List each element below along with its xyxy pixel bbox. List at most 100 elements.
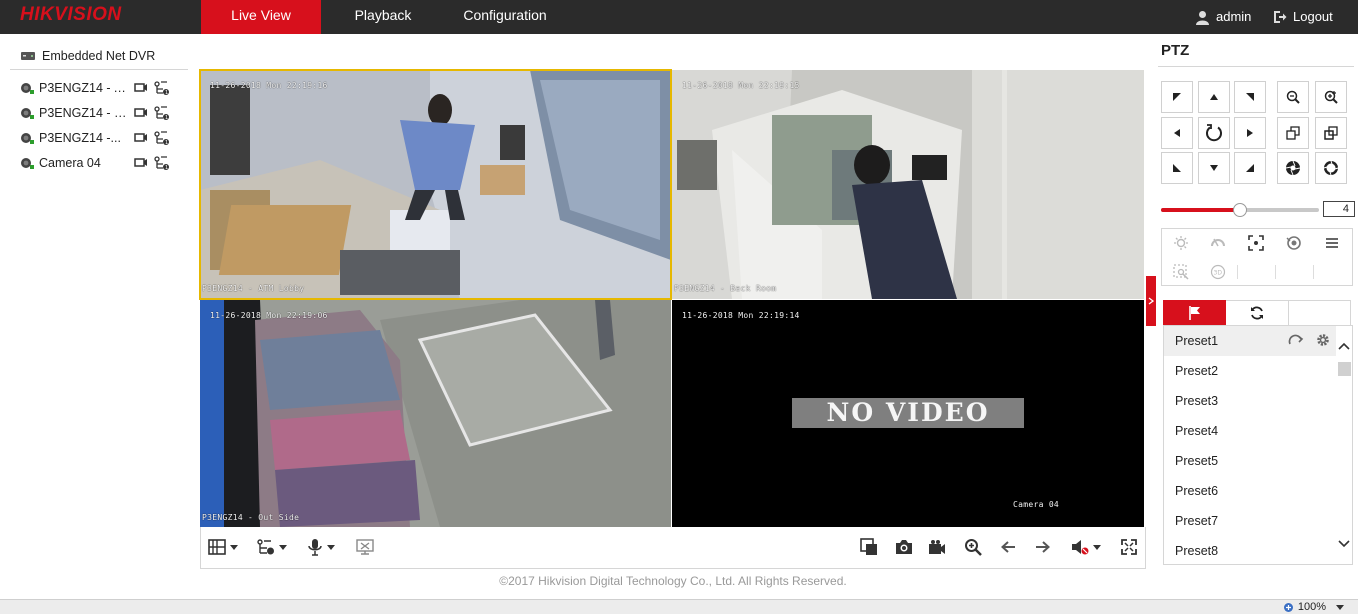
device-tree-root[interactable]: Embedded Net DVR — [20, 47, 155, 65]
preset-item[interactable]: Preset6 — [1164, 476, 1336, 506]
call-preset-icon[interactable] — [1288, 333, 1304, 347]
tab-playback[interactable]: Playback — [340, 0, 426, 34]
preset-scrollbar[interactable] — [1335, 326, 1352, 564]
stream-select-icon[interactable]: 1 — [154, 156, 170, 170]
preset-item[interactable]: Preset5 — [1164, 446, 1336, 476]
next-page-button[interactable] — [1035, 537, 1051, 557]
gear-icon[interactable] — [1316, 333, 1330, 347]
chevron-up-icon[interactable] — [1338, 342, 1350, 350]
3d-zoom-button[interactable]: 3D — [1199, 258, 1237, 286]
light-button[interactable] — [1162, 229, 1200, 257]
video-window-3[interactable]: 11-26-2018 Mon 22:19:06 P3ENGZ14 - Out S… — [200, 300, 671, 527]
enable-3d-positioning-button[interactable] — [356, 537, 374, 557]
user-icon — [1196, 10, 1209, 25]
dvr-label: Embedded Net DVR — [42, 49, 156, 63]
wiper-icon — [1211, 238, 1225, 247]
arrow-down-right-icon — [1246, 164, 1254, 172]
focus-near-button[interactable] — [1277, 117, 1309, 149]
preset-item[interactable]: Preset3 — [1164, 386, 1336, 416]
slider-thumb[interactable] — [1233, 203, 1247, 217]
camera-item-4[interactable]: Camera 04 1 — [20, 154, 180, 172]
window-layout-button[interactable] — [208, 537, 238, 557]
focus-far-button[interactable] — [1315, 117, 1347, 149]
logout-button[interactable]: Logout — [1273, 0, 1333, 34]
tab-patrol[interactable] — [1226, 300, 1289, 326]
audio-button[interactable] — [1071, 537, 1101, 557]
stream-select-icon[interactable]: 1 — [154, 131, 170, 145]
preset-item[interactable]: Preset1 — [1164, 326, 1336, 356]
stop-all-button[interactable] — [860, 537, 878, 557]
manual-tracking-button[interactable] — [1162, 258, 1200, 286]
auto-rotate-icon — [1206, 124, 1222, 142]
focus-near-icon — [1286, 126, 1300, 140]
user-menu[interactable]: admin — [1195, 0, 1251, 34]
window-layout-icon — [208, 539, 226, 555]
video-window-4[interactable]: 11-26-2018 Mon 22:19:14 NO VIDEO Camera … — [672, 300, 1144, 527]
camera-online-icon — [21, 83, 34, 94]
ptz-left-button[interactable] — [1161, 117, 1193, 149]
start-live-view-icon[interactable] — [134, 156, 148, 168]
lens-initialization-button[interactable] — [1275, 229, 1313, 257]
record-button[interactable] — [928, 537, 946, 557]
camera-item-3[interactable]: P3ENGZ14 -... 1 — [20, 129, 180, 147]
zoom-out-button[interactable] — [1277, 81, 1309, 113]
two-way-audio-button[interactable] — [307, 537, 335, 557]
tab-pattern[interactable] — [1290, 300, 1352, 326]
video-window-2[interactable]: 11-26-2018 Mon 22:19:15 P3ENGZ14 - Back … — [672, 70, 1144, 299]
previous-page-icon — [1001, 541, 1015, 553]
preset-label: Preset6 — [1175, 484, 1219, 498]
ptz-up-left-button[interactable] — [1161, 81, 1193, 113]
timestamp-overlay: 11-26-2018 Mon 22:19:06 — [210, 311, 328, 320]
fn-separator — [1313, 265, 1314, 279]
fullscreen-button[interactable] — [1121, 537, 1137, 557]
tab-configuration[interactable]: Configuration — [452, 0, 558, 34]
logout-icon — [1274, 11, 1287, 23]
chevron-down-icon[interactable] — [1338, 540, 1350, 548]
camera-item-2[interactable]: P3ENGZ14 - B... 1 — [20, 104, 180, 122]
more-settings-button[interactable] — [1313, 229, 1351, 257]
preset-item[interactable]: Preset7 — [1164, 506, 1336, 536]
chevron-down-icon — [1093, 544, 1101, 550]
capture-button[interactable] — [895, 537, 913, 557]
fullscreen-icon — [1121, 539, 1137, 555]
preset-item[interactable]: Preset8 — [1164, 536, 1336, 564]
ptz-down-left-button[interactable] — [1161, 152, 1193, 184]
wiper-button[interactable] — [1199, 229, 1237, 257]
tab-live-view[interactable]: Live View — [201, 0, 321, 34]
digital-zoom-button[interactable] — [964, 537, 982, 557]
ptz-speed-slider[interactable] — [1161, 203, 1319, 217]
chevron-down-icon — [279, 544, 287, 550]
previous-page-button[interactable] — [1000, 537, 1016, 557]
stream-select-icon[interactable]: 1 — [154, 81, 170, 95]
ptz-down-button[interactable] — [1198, 152, 1230, 184]
light-icon — [1174, 236, 1188, 250]
ptz-up-button[interactable] — [1198, 81, 1230, 113]
video-window-1[interactable]: 11-26-2018 Mon 22:19:16 P3ENGZ14 - ATM L… — [199, 69, 672, 300]
iris-open-button[interactable] — [1277, 152, 1309, 184]
start-live-view-icon[interactable] — [134, 131, 148, 143]
preset-label: Preset8 — [1175, 544, 1219, 558]
zoom-in-button[interactable] — [1315, 81, 1347, 113]
stream-select-icon[interactable]: 1 — [154, 106, 170, 120]
video-grid: 11-26-2018 Mon 22:19:16 P3ENGZ14 - ATM L… — [199, 69, 1144, 527]
ptz-down-right-button[interactable] — [1234, 152, 1266, 184]
arrow-down-icon — [1210, 165, 1218, 171]
stream-type-button[interactable] — [257, 537, 287, 557]
preset-label: Preset5 — [1175, 454, 1219, 468]
auxiliary-focus-button[interactable] — [1237, 229, 1275, 257]
preset-item[interactable]: Preset2 — [1164, 356, 1336, 386]
ptz-right-button[interactable] — [1234, 117, 1266, 149]
zoom-control[interactable]: 100% — [1283, 601, 1344, 613]
start-live-view-icon[interactable] — [134, 106, 148, 118]
tab-preset[interactable] — [1163, 300, 1226, 326]
camera-item-1[interactable]: P3ENGZ14 - A... 1 — [20, 79, 180, 97]
ptz-panel-toggle[interactable] — [1146, 276, 1156, 326]
ptz-up-right-button[interactable] — [1234, 81, 1266, 113]
start-live-view-icon[interactable] — [134, 81, 148, 93]
preset-list: Preset1 Preset2 Preset3 Preset4 Preset5 … — [1163, 325, 1353, 565]
iris-close-button[interactable] — [1315, 152, 1347, 184]
scrollbar-thumb[interactable] — [1338, 362, 1351, 376]
ptz-auto-scan-button[interactable] — [1198, 117, 1230, 149]
preset-item[interactable]: Preset4 — [1164, 416, 1336, 446]
hikvision-logo: HIKVISION — [20, 4, 122, 25]
